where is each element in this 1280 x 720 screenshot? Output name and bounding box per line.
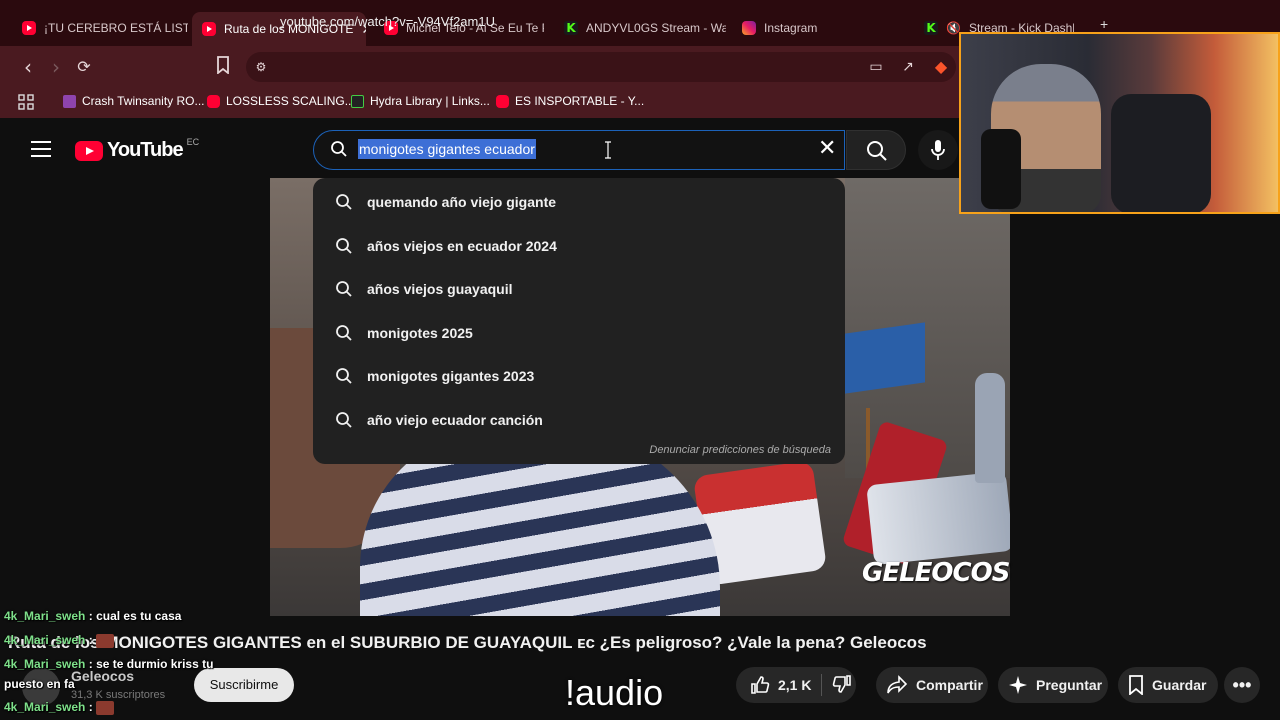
- report-predictions-link[interactable]: Denunciar predicciones de búsqueda: [649, 444, 831, 456]
- url-text: youtube.com/watch?v=-V94Vf2am1U: [280, 14, 495, 29]
- youtube-icon: [496, 94, 509, 108]
- sparkle-icon: [1009, 676, 1027, 694]
- search-icon: [336, 281, 352, 297]
- channel-watermark: GELEOCOS: [862, 558, 1010, 588]
- subscribe-button[interactable]: Suscribirme: [194, 668, 294, 702]
- search-button[interactable]: [846, 130, 906, 170]
- share-icon[interactable]: ↗: [897, 56, 919, 78]
- save-button[interactable]: Guardar: [1118, 667, 1218, 703]
- cast-icon[interactable]: ▭: [865, 56, 887, 78]
- bookmark-item[interactable]: Hydra Library | Links...: [351, 94, 490, 108]
- search-icon: [330, 140, 348, 163]
- menu-icon[interactable]: [31, 141, 51, 157]
- search-icon: [336, 325, 352, 341]
- search-suggestions-dropdown: quemando año viejo gigante años viejos e…: [313, 178, 845, 464]
- bookmark-icon: [1129, 675, 1143, 695]
- youtube-logo[interactable]: YouTube EC: [75, 137, 199, 162]
- youtube-icon: [22, 21, 36, 35]
- suggestion-item[interactable]: años viejos guayaquil: [313, 269, 845, 309]
- forward-icon[interactable]: ›: [45, 56, 67, 78]
- share-button[interactable]: Compartir: [876, 667, 988, 703]
- instagram-icon: [742, 21, 756, 35]
- browser-tab[interactable]: K ANDYVL0GS Stream - Watc: [554, 14, 726, 42]
- clear-search-icon[interactable]: ✕: [818, 138, 836, 160]
- kick-icon: K: [564, 21, 578, 35]
- search-query-text[interactable]: monigotes gigantes ecuador: [358, 139, 536, 159]
- text-cursor-icon: [605, 141, 611, 159]
- youtube-icon: [207, 94, 220, 108]
- share-icon: [887, 675, 908, 694]
- site-info-icon[interactable]: ⚙: [250, 56, 272, 78]
- chat-message: 4k_Mari_sweh :: [4, 700, 115, 715]
- back-icon[interactable]: ‹: [17, 56, 39, 78]
- chat-message: puesto en fa: [4, 677, 75, 691]
- kick-icon: K: [924, 21, 938, 35]
- browser-tab[interactable]: Instagram: [732, 14, 902, 42]
- thumbs-up-icon: [751, 676, 770, 694]
- suggestion-item[interactable]: año viejo ecuador canción: [313, 400, 845, 440]
- thumbs-down-icon: [833, 674, 852, 693]
- search-icon: [336, 412, 352, 428]
- youtube-play-icon: [75, 140, 103, 161]
- emote-icon: [96, 633, 115, 648]
- like-dislike-group: 2,1 K: [736, 667, 856, 703]
- reload-icon[interactable]: ⟳: [73, 56, 95, 78]
- url-field[interactable]: [246, 52, 956, 82]
- chat-message: 4k_Mari_sweh : se te durmio kriss tu: [4, 657, 214, 671]
- new-tab-icon[interactable]: +: [1100, 16, 1108, 32]
- bookmark-favicon: [63, 94, 76, 108]
- suggestion-item[interactable]: monigotes 2025: [313, 313, 845, 353]
- bookmark-icon[interactable]: [212, 56, 234, 78]
- search-icon: [867, 141, 887, 161]
- more-actions-button[interactable]: •••: [1224, 667, 1260, 703]
- webcam-overlay: [959, 32, 1280, 214]
- microphone-icon: [931, 140, 945, 160]
- more-icon: •••: [1232, 674, 1252, 695]
- chat-message: 4k_Mari_sweh : cual es tu casa: [4, 609, 182, 623]
- video-title: Ruta de los MONIGOTES GIGANTES en el SUB…: [8, 633, 927, 652]
- suggestion-item[interactable]: monigotes gigantes 2023: [313, 356, 845, 396]
- browser-tab[interactable]: ¡TU CEREBRO ESTÁ LISTO? ⌄: [12, 14, 188, 42]
- like-button[interactable]: 2,1 K: [750, 675, 811, 695]
- brave-shield-icon[interactable]: ◆: [930, 56, 952, 78]
- voice-search-button[interactable]: [918, 130, 958, 170]
- apps-grid-icon[interactable]: [18, 94, 34, 110]
- ask-button[interactable]: Preguntar: [998, 667, 1108, 703]
- overlay-command-text: !audio: [565, 672, 664, 713]
- bookmark-item[interactable]: Crash Twinsanity RO...: [63, 94, 204, 108]
- dislike-button[interactable]: [832, 674, 852, 697]
- bookmark-item[interactable]: LOSSLESS SCALING...: [207, 94, 355, 108]
- search-icon: [336, 194, 352, 210]
- youtube-icon: [202, 22, 216, 36]
- suggestion-item[interactable]: quemando año viejo gigante: [313, 182, 845, 222]
- bookmark-item[interactable]: ES INSPORTABLE - Y...: [496, 94, 644, 108]
- emote-icon: [96, 700, 115, 715]
- bookmark-favicon: [351, 94, 364, 108]
- search-icon: [336, 238, 352, 254]
- suggestion-item[interactable]: años viejos en ecuador 2024: [313, 226, 845, 266]
- chat-message: 4k_Mari_sweh :: [4, 633, 115, 648]
- search-icon: [336, 368, 352, 384]
